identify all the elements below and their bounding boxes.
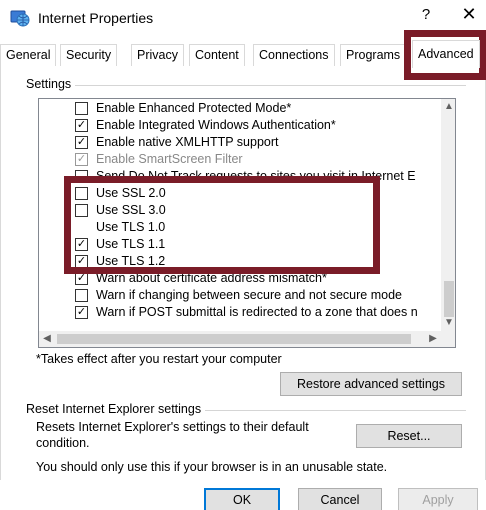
scrollbar-corner xyxy=(441,331,455,347)
setting-enhanced-protected-mode[interactable]: Enable Enhanced Protected Mode* xyxy=(75,99,291,117)
setting-label: Enable native XMLHTTP support xyxy=(96,135,279,149)
vertical-scroll-thumb[interactable] xyxy=(444,281,454,317)
internet-properties-globe-icon xyxy=(10,10,30,27)
title-bar: Internet Properties ? ✕ xyxy=(0,0,486,38)
chevron-up-icon[interactable]: ▲ xyxy=(441,99,455,115)
setting-label: Send Do Not Track requests to sites you … xyxy=(96,169,416,183)
restore-advanced-settings-button[interactable]: Restore advanced settings xyxy=(280,372,462,396)
help-button[interactable]: ? xyxy=(416,6,436,23)
setting-label: Use TLS 1.2 xyxy=(96,254,166,268)
setting-label: Use TLS 1.0 xyxy=(96,220,166,234)
settings-group-line xyxy=(28,85,466,86)
setting-smartscreen-filter: ✓ Enable SmartScreen Filter xyxy=(75,150,243,168)
setting-native-xmlhttp[interactable]: ✓ Enable native XMLHTTP support xyxy=(75,133,279,151)
window-title: Internet Properties xyxy=(38,10,154,26)
setting-label: Enable Integrated Windows Authentication… xyxy=(96,118,336,132)
setting-warn-secure-mode-change[interactable]: Warn if changing between secure and not … xyxy=(75,286,402,304)
reset-warning: You should only use this if your browser… xyxy=(36,460,388,474)
checkbox[interactable] xyxy=(75,101,88,115)
setting-use-tls-1-0[interactable]: Use TLS 1.0 xyxy=(75,218,165,236)
chevron-down-icon[interactable]: ▼ xyxy=(441,315,455,331)
setting-label: Enable Enhanced Protected Mode* xyxy=(96,101,292,115)
setting-warn-post-redirect[interactable]: ✓ Warn if POST submittal is redirected t… xyxy=(75,303,418,321)
setting-warn-cert-mismatch[interactable]: ✓ Warn about certificate address mismatc… xyxy=(75,269,327,287)
checkbox[interactable] xyxy=(75,203,88,217)
checkbox[interactable]: ✓ xyxy=(75,271,88,285)
setting-label: Warn if POST submittal is redirected to … xyxy=(96,305,418,319)
restart-note: *Takes effect after you restart your com… xyxy=(36,352,282,366)
cancel-button[interactable]: Cancel xyxy=(298,488,382,510)
setting-use-ssl-3[interactable]: Use SSL 3.0 xyxy=(75,201,166,219)
setting-label: Warn about certificate address mismatch* xyxy=(96,271,327,285)
tab-advanced[interactable]: Advanced xyxy=(412,40,480,68)
checkbox[interactable] xyxy=(75,288,88,302)
vertical-scrollbar[interactable]: ▲ ▼ xyxy=(441,99,455,331)
tab-programs[interactable]: Programs xyxy=(340,44,407,66)
setting-label: Enable SmartScreen Filter xyxy=(96,152,243,166)
checkbox[interactable]: ✓ xyxy=(75,305,88,319)
reset-button[interactable]: Reset... xyxy=(356,424,462,448)
setting-do-not-track[interactable]: Send Do Not Track requests to sites you … xyxy=(75,167,416,185)
settings-list[interactable]: Enable Enhanced Protected Mode* ✓ Enable… xyxy=(38,98,456,348)
tab-connections[interactable]: Connections xyxy=(253,44,335,66)
setting-use-tls-1-1[interactable]: ✓ Use TLS 1.1 xyxy=(75,235,165,253)
horizontal-scrollbar[interactable]: ◀ ▶ xyxy=(39,331,455,347)
setting-label: Use SSL 2.0 xyxy=(96,186,166,200)
checkbox[interactable]: ✓ xyxy=(75,254,88,268)
setting-label: Use SSL 3.0 xyxy=(96,203,166,217)
horizontal-scroll-thumb[interactable] xyxy=(57,334,411,344)
chevron-left-icon[interactable]: ◀ xyxy=(39,331,55,347)
reset-description-line1: Resets Internet Explorer's settings to t… xyxy=(36,420,309,434)
checkbox[interactable] xyxy=(75,186,88,200)
reset-group-label: Reset Internet Explorer settings xyxy=(26,402,206,416)
setting-use-tls-1-2[interactable]: ✓ Use TLS 1.2 xyxy=(75,252,165,270)
checkbox[interactable]: ✓ xyxy=(75,135,88,149)
ok-button[interactable]: OK xyxy=(204,488,280,510)
checkbox[interactable]: ✓ xyxy=(75,237,88,251)
close-button[interactable]: ✕ xyxy=(458,4,480,25)
chevron-right-icon[interactable]: ▶ xyxy=(425,331,441,347)
settings-group-label: Settings xyxy=(26,77,76,91)
setting-use-ssl-2[interactable]: Use SSL 2.0 xyxy=(75,184,166,202)
setting-label: Warn if changing between secure and not … xyxy=(96,288,402,302)
checkbox[interactable]: ✓ xyxy=(75,118,88,132)
tab-content[interactable]: Content xyxy=(189,44,245,66)
checkbox: ✓ xyxy=(75,152,88,166)
reset-description-line2: condition. xyxy=(36,436,90,450)
setting-integrated-windows-auth[interactable]: ✓ Enable Integrated Windows Authenticati… xyxy=(75,116,336,134)
apply-button: Apply xyxy=(398,488,478,510)
tab-privacy[interactable]: Privacy xyxy=(131,44,184,66)
tab-general[interactable]: General xyxy=(0,44,57,66)
checkbox[interactable] xyxy=(75,169,88,183)
tab-security[interactable]: Security xyxy=(60,44,118,66)
setting-label: Use TLS 1.1 xyxy=(96,237,166,251)
